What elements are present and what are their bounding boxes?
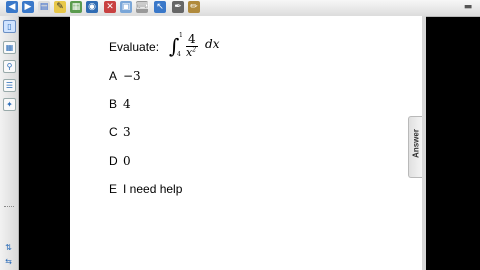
- choice-letter: C: [109, 125, 118, 139]
- choice-e[interactable]: E I need help: [109, 182, 182, 196]
- attachments-icon[interactable]: ⚲: [3, 60, 16, 73]
- integral-expression: ∫ 1 4 4 x2 dx: [169, 32, 231, 62]
- choice-value: I need help: [123, 182, 183, 196]
- forward-icon[interactable]: ▶: [22, 1, 34, 13]
- choice-value: 0: [123, 154, 131, 168]
- whiteboard-page[interactable]: Evaluate: ∫ 1 4 4 x2 dx A −3 B 4 C 3 D 0…: [70, 16, 422, 270]
- choice-letter: E: [109, 182, 118, 196]
- screen-icon[interactable]: ▣: [120, 1, 132, 13]
- upper-limit: 1: [179, 32, 183, 39]
- denominator: x2: [186, 46, 196, 59]
- answer-tab-label: Answer: [411, 129, 421, 158]
- menu-icon[interactable]: ▬: [462, 2, 474, 12]
- keyboard-icon[interactable]: ⌨: [136, 1, 149, 13]
- arrow-icon[interactable]: ↖: [154, 1, 166, 13]
- pencil-icon[interactable]: ✏: [188, 1, 200, 13]
- page-sorter-icon[interactable]: ▯: [3, 20, 16, 33]
- addons-icon[interactable]: ✦: [3, 98, 16, 111]
- choice-value: −3: [123, 69, 141, 83]
- choice-a[interactable]: A −3: [109, 69, 141, 83]
- question-prompt: Evaluate:: [109, 40, 160, 54]
- gallery-icon[interactable]: ▦: [3, 41, 16, 54]
- differential: dx: [205, 37, 220, 51]
- back-icon[interactable]: ◀: [6, 1, 18, 13]
- page-edge: [422, 16, 426, 270]
- choice-d[interactable]: D 0: [109, 154, 131, 168]
- delete-icon[interactable]: ✕: [104, 1, 116, 13]
- note-icon[interactable]: ✎: [54, 1, 66, 13]
- move-down-icon[interactable]: ⇆: [3, 256, 14, 267]
- choice-b[interactable]: B 4: [109, 97, 131, 111]
- choice-value: 4: [123, 97, 131, 111]
- choice-c[interactable]: C 3: [109, 125, 131, 139]
- question: Evaluate: ∫ 1 4 4 x2 dx: [109, 32, 231, 62]
- choice-letter: A: [109, 69, 118, 83]
- divider: [4, 206, 14, 209]
- lower-limit: 4: [177, 51, 181, 58]
- side-toolbar: ▯ ▦ ⚲ ☰ ✦ ⇅ ⇆: [0, 16, 19, 270]
- choice-value: 3: [123, 125, 131, 139]
- pen-icon[interactable]: ✒: [172, 1, 184, 13]
- move-up-icon[interactable]: ⇅: [3, 242, 14, 253]
- grid-icon[interactable]: ▦: [70, 1, 82, 13]
- choice-letter: B: [109, 97, 118, 111]
- exponent: 2: [192, 46, 197, 54]
- properties-icon[interactable]: ☰: [3, 79, 16, 92]
- camera-icon[interactable]: ◉: [86, 1, 98, 13]
- main-toolbar: ◀ ▶ ▤ ✎ ▦ ◉ ✕ ▣ ⌨ ↖ ✒ ✏ ▬: [0, 0, 480, 17]
- choice-letter: D: [109, 154, 118, 168]
- page-icon[interactable]: ▤: [38, 1, 50, 13]
- answer-tab[interactable]: Answer: [408, 116, 423, 178]
- numerator: 4: [188, 32, 196, 46]
